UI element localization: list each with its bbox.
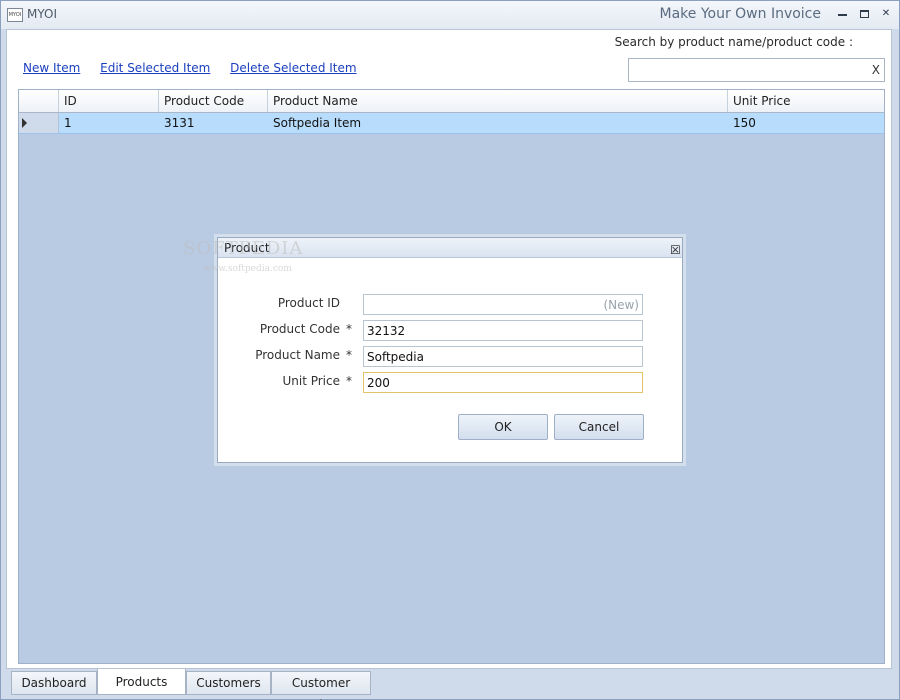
column-header-id[interactable]: ID bbox=[59, 90, 159, 112]
app-icon: MYOI bbox=[7, 8, 23, 22]
ok-button[interactable]: OK bbox=[458, 414, 548, 440]
tab-customers[interactable]: Customers bbox=[186, 671, 271, 695]
search-label: Search by product name/product code : bbox=[614, 35, 853, 49]
close-icon: ☒ bbox=[670, 243, 681, 257]
table-row[interactable]: 1 3131 Softpedia Item 150 bbox=[19, 113, 884, 134]
cell-id: 1 bbox=[64, 116, 72, 130]
title-bar[interactable]: MYOI MYOI Make Your Own Invoice ✕ bbox=[1, 1, 899, 29]
required-marker: * bbox=[346, 348, 352, 362]
column-header-unit-price[interactable]: Unit Price bbox=[728, 90, 884, 112]
row-selector[interactable] bbox=[19, 113, 59, 133]
tab-customer-orders[interactable]: Customer Orders bbox=[271, 671, 371, 700]
cancel-button[interactable]: Cancel bbox=[554, 414, 644, 440]
watermark-url: www.softpedia.com bbox=[203, 264, 292, 274]
search-clear-button[interactable]: X bbox=[872, 63, 880, 77]
product-code-field[interactable] bbox=[363, 320, 643, 341]
product-name-field[interactable] bbox=[363, 346, 643, 367]
maximize-button[interactable] bbox=[857, 8, 871, 20]
minimize-icon bbox=[837, 14, 847, 16]
dialog-title-bar[interactable]: Product SOFTPEDIA ☒ bbox=[183, 238, 682, 259]
close-button[interactable]: ✕ bbox=[879, 8, 893, 20]
cell-unit-price: 150 bbox=[733, 116, 756, 130]
softpedia-watermark: SOFTPEDIA bbox=[183, 238, 304, 259]
edit-selected-item-link[interactable]: Edit Selected Item bbox=[100, 61, 210, 75]
row-header-corner bbox=[19, 90, 59, 112]
unit-price-label: Unit Price * bbox=[218, 374, 352, 388]
product-code-label: Product Code * bbox=[218, 322, 352, 336]
tab-dashboard[interactable]: Dashboard bbox=[11, 671, 97, 695]
app-name: MYOI bbox=[27, 7, 58, 21]
cell-product-name: Softpedia Item bbox=[273, 116, 362, 130]
cell-product-code: 3131 bbox=[164, 116, 195, 130]
required-marker: * bbox=[346, 374, 352, 388]
unit-price-field[interactable] bbox=[363, 372, 643, 393]
product-id-label: Product ID* bbox=[218, 296, 352, 310]
product-id-field bbox=[363, 294, 643, 315]
tab-products[interactable]: Products bbox=[97, 669, 186, 695]
product-id-label-text: Product ID bbox=[277, 296, 340, 310]
search-box: X bbox=[628, 58, 885, 82]
column-header-product-code[interactable]: Product Code bbox=[159, 90, 268, 112]
window-title: Make Your Own Invoice bbox=[659, 6, 821, 22]
delete-selected-item-link[interactable]: Delete Selected Item bbox=[230, 61, 356, 75]
maximize-icon bbox=[859, 10, 869, 18]
product-code-label-text: Product Code bbox=[259, 322, 340, 336]
product-name-label-text: Product Name bbox=[255, 348, 340, 362]
new-item-link[interactable]: New Item bbox=[23, 61, 80, 75]
close-icon: ✕ bbox=[881, 8, 891, 19]
dialog-close-button[interactable]: ☒ bbox=[664, 240, 681, 257]
current-row-arrow-icon bbox=[22, 118, 27, 128]
search-input[interactable] bbox=[629, 59, 859, 81]
action-links: New Item Edit Selected Item Delete Selec… bbox=[23, 61, 373, 75]
product-dialog: Product SOFTPEDIA ☒ www.softpedia.com Pr… bbox=[183, 237, 683, 463]
unit-price-label-text: Unit Price bbox=[282, 374, 340, 388]
grid-header: ID Product Code Product Name Unit Price bbox=[19, 90, 884, 113]
minimize-button[interactable] bbox=[835, 8, 849, 20]
product-name-label: Product Name * bbox=[218, 348, 352, 362]
required-marker: * bbox=[346, 322, 352, 336]
column-header-product-name[interactable]: Product Name bbox=[268, 90, 728, 112]
